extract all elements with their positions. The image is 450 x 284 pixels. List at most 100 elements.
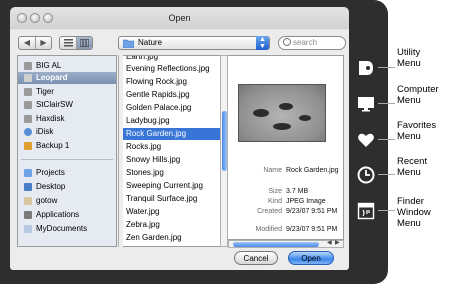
finder-window-icon[interactable] [356, 201, 376, 221]
back-button[interactable]: ◀ [19, 37, 36, 49]
file-column: Earth.jpg Evening Reflections.jpg Flowin… [123, 55, 220, 247]
minimize-window-button[interactable] [30, 13, 40, 23]
callout-line [378, 67, 395, 68]
hard-drive-icon [24, 88, 32, 96]
sidebar-item-label: Leopard [36, 73, 68, 82]
file-row[interactable]: Gentle Rapids.jpg [123, 89, 220, 101]
desktop-folder-icon [24, 183, 32, 191]
callout-text: Recent [397, 156, 428, 167]
horizontal-scrollbar[interactable]: ◀ ▶ [228, 240, 344, 248]
sidebar-item-label: BIG AL [36, 61, 62, 70]
clock-icon[interactable] [356, 165, 376, 185]
preview-pane: Name Rock Garden.jpg Size 3.7 MB Kind JP… [228, 55, 344, 240]
sidebar-item-backup-1[interactable]: Backup 1 [18, 140, 116, 152]
file-row[interactable]: Sweeping Current.jpg [123, 180, 220, 192]
sidebar-item-gotow[interactable]: gotow [18, 195, 116, 207]
callout-text: Menu [397, 58, 421, 69]
home-icon [24, 197, 32, 205]
file-row[interactable]: Zebra.jpg [123, 219, 220, 231]
cancel-button[interactable]: Cancel [234, 251, 278, 265]
file-row-selected[interactable]: Rock Garden.jpg [123, 128, 220, 140]
sidebar-item-big-al[interactable]: BIG AL [18, 60, 116, 72]
file-row[interactable]: Flowing Rock.jpg [123, 76, 220, 88]
meta-label-created: Created [257, 208, 282, 215]
file-row[interactable]: Tranquil Surface.jpg [123, 193, 220, 205]
callout-text: Finder [397, 196, 424, 207]
sidebar-item-applications[interactable]: Applications [18, 209, 116, 221]
hard-drive-icon [24, 115, 32, 123]
arrow-right-icon: ▶ [40, 38, 47, 47]
scroll-right-icon[interactable]: ▶ [335, 239, 340, 246]
sidebar-item-leopard[interactable]: Leopard [18, 72, 116, 84]
callout-recent-menu: Recent Menu [397, 156, 427, 178]
rock-shape [253, 109, 269, 117]
documents-icon [24, 225, 32, 233]
scroll-left-icon[interactable]: ◀ [327, 239, 332, 246]
sidebar-item-tiger[interactable]: Tiger [18, 86, 116, 98]
file-row[interactable]: Rocks.jpg [123, 141, 220, 153]
meta-value-kind: JPEG Image [286, 198, 326, 205]
sidebar-item-mydocuments[interactable]: MyDocuments [18, 223, 116, 235]
meta-value-name: Rock Garden.jpg [286, 167, 339, 174]
callout-text: Menu [397, 95, 421, 106]
file-row[interactable]: Ladybug.jpg [123, 115, 220, 127]
callout-text: Computer [397, 84, 439, 95]
scrollbar-thumb[interactable] [222, 111, 227, 171]
column-view-button[interactable] [77, 37, 92, 49]
sidebar-item-label: gotow [36, 196, 58, 205]
folder-icon [123, 39, 134, 48]
magnifier-icon [283, 38, 291, 46]
callout-text: Utility [397, 47, 421, 58]
rock-shape [279, 103, 293, 110]
meta-label-size: Size [268, 188, 282, 195]
column-view-icon [79, 38, 90, 48]
computer-monitor-icon[interactable] [356, 94, 376, 114]
callout-text: Window [397, 207, 431, 218]
file-column-scrollbar[interactable] [220, 55, 228, 247]
location-popup[interactable]: Nature ▲ ▼ [118, 36, 270, 50]
file-row[interactable]: Water.jpg [123, 206, 220, 218]
sidebar-item-desktop[interactable]: Desktop [18, 181, 116, 193]
list-view-button[interactable] [60, 37, 77, 49]
hard-drive-icon [24, 62, 32, 70]
window-title: Open [168, 13, 191, 23]
callout-finder-window-menu: Finder Window Menu [397, 196, 431, 229]
file-row[interactable]: Earth.jpg [123, 56, 220, 63]
forward-button[interactable]: ▶ [36, 37, 51, 49]
file-row[interactable]: Snowy Hills.jpg [123, 154, 220, 166]
close-window-button[interactable] [17, 13, 27, 23]
nav-button-group: ◀ ▶ [18, 36, 52, 50]
utility-tag-icon[interactable] [356, 58, 376, 78]
hard-drive-icon [24, 74, 32, 82]
callout-text: Menu [397, 167, 421, 178]
search-field[interactable]: search [278, 36, 346, 50]
file-row[interactable]: Zen Garden.jpg [123, 232, 220, 244]
open-dialog: Open ◀ ▶ Nature ▲ ▼ search BIG AL Leopar… [10, 7, 349, 270]
sidebar-item-projects[interactable]: Projects [18, 167, 116, 179]
sidebar-item-label: MyDocuments [36, 224, 88, 233]
zoom-window-button[interactable] [43, 13, 53, 23]
callout-line [378, 139, 395, 140]
popup-arrows-icon: ▲ ▼ [256, 36, 269, 50]
file-row[interactable]: Golden Palace.jpg [123, 102, 220, 114]
file-row[interactable]: Stones.jpg [123, 167, 220, 179]
rock-shape [299, 115, 311, 121]
sidebar-item-haxdisk[interactable]: Haxdisk [18, 113, 116, 125]
callout-line [378, 174, 395, 175]
applications-icon [24, 211, 32, 219]
file-row[interactable]: Evening Reflections.jpg [123, 63, 220, 75]
rock-shape [273, 123, 291, 130]
sidebar-item-idisk[interactable]: iDisk [18, 126, 116, 138]
callout-text: Menu [397, 218, 421, 229]
heart-icon[interactable] [356, 130, 376, 150]
open-button[interactable]: Open [288, 251, 334, 265]
sidebar-item-stclairsw[interactable]: StClairSW [18, 99, 116, 111]
callout-computer-menu: Computer Menu [397, 84, 439, 106]
sidebar-item-label: iDisk [36, 127, 54, 136]
sidebar-item-label: Haxdisk [36, 114, 65, 123]
sidebar-item-label: Backup 1 [36, 141, 70, 150]
arrow-left-icon: ◀ [23, 38, 31, 47]
callout-line [378, 210, 395, 211]
list-view-icon [63, 39, 73, 47]
scrollbar-thumb[interactable] [233, 242, 319, 247]
